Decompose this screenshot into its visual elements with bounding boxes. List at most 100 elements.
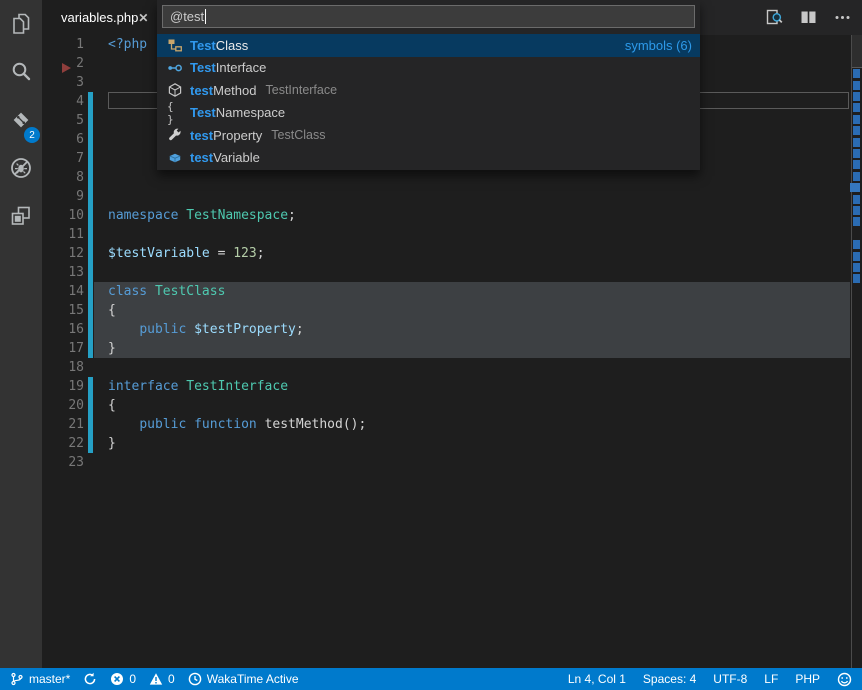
workbench: 2 variables.php ✕ 1<?php2345678910namesp… [0,0,862,668]
overview-modified-mark [853,217,860,226]
symbol-item-testMethod[interactable]: testMethodTestInterface [157,79,700,102]
close-icon[interactable]: ✕ [138,11,148,25]
symbol-item-TestInterface[interactable]: TestInterface [157,57,700,80]
code-line-23[interactable]: 23 [42,453,851,472]
code-line-11[interactable]: 11 [42,225,851,244]
open-preview-icon[interactable] [765,8,784,27]
status-right: Ln 4, Col 1 Spaces: 4 UTF-8 LF PHP [568,672,852,687]
line-number: 16 [42,320,84,339]
line-number: 4 [42,92,84,111]
code-line-8[interactable]: 8 [42,168,851,187]
activity-source-control-button[interactable]: 2 [0,98,42,146]
git-modified-bar [88,111,93,130]
status-0[interactable]: 0 [110,672,136,686]
overview-modified-mark [850,183,860,192]
tab-title: variables.php [61,10,138,25]
status-smiley[interactable] [837,672,852,687]
overview-modified-mark [853,195,860,204]
status-php[interactable]: PHP [795,672,820,686]
activity-search-button[interactable] [0,50,42,98]
git-modified-bar [88,434,93,453]
line-number: 14 [42,282,84,301]
status-wakatime-active[interactable]: WakaTime Active [188,672,299,686]
symbol-detail: TestInterface [266,83,338,97]
git-modified-bar [88,130,93,149]
git-modified-bar [88,339,93,358]
smiley-icon [837,672,852,687]
code-line-18[interactable]: 18 [42,358,851,377]
property-symbol-icon [167,127,183,143]
line-number: 13 [42,263,84,282]
line-number: 10 [42,206,84,225]
overview-modified-mark [853,81,860,90]
symbol-list: TestClasssymbols (6)TestInterfacetestMet… [157,34,700,169]
gutter [84,168,108,187]
line-number: 20 [42,396,84,415]
code-text: class TestClass [108,282,851,301]
split-editor-icon[interactable] [799,8,818,27]
code-line-9[interactable]: 9 [42,187,851,206]
status-utf-8[interactable]: UTF-8 [713,672,747,686]
activity-explorer-button[interactable] [0,2,42,50]
gutter [84,320,108,339]
activity-debug-button[interactable] [0,146,42,194]
status-label: Spaces: 4 [643,672,696,686]
code-line-14[interactable]: 14 class TestClass [42,282,851,301]
code-line-21[interactable]: 21 public function testMethod(); [42,415,851,434]
gutter [84,377,108,396]
status-spaces-4[interactable]: Spaces: 4 [643,672,696,686]
code-text: interface TestInterface [108,377,851,396]
status-0[interactable]: 0 [149,672,175,686]
symbol-item-TestNamespace[interactable]: { }TestNamespace [157,102,700,125]
gutter [84,282,108,301]
tab-variables-php[interactable]: variables.php ✕ [42,0,157,35]
code-line-10[interactable]: 10namespace TestNamespace; [42,206,851,225]
editor-column: variables.php ✕ 1<?php2345678910namespac… [42,0,862,668]
gutter [84,225,108,244]
code-text: { [108,301,851,320]
overview-modified-mark [853,252,860,261]
status-lf[interactable]: LF [764,672,778,686]
status-left: master* 00 WakaTime Active [10,672,299,686]
code-text [108,358,851,377]
code-line-12[interactable]: 12$testVariable = 123; [42,244,851,263]
code-line-17[interactable]: 17} [42,339,851,358]
symbol-item-TestClass[interactable]: TestClasssymbols (6) [157,34,700,57]
code-line-16[interactable]: 16 public $testProperty; [42,320,851,339]
scrollbar-slider[interactable] [852,35,862,68]
git-modified-bar [88,301,93,320]
code-text [108,187,851,206]
git-modified-bar [88,415,93,434]
text-caret [205,9,206,24]
code-line-15[interactable]: 15 { [42,301,851,320]
line-number: 18 [42,358,84,377]
git-modified-bar [88,149,93,168]
gutter [84,149,108,168]
code-line-13[interactable]: 13 [42,263,851,282]
gutter [84,54,108,73]
code-line-19[interactable]: 19interface TestInterface [42,377,851,396]
git-modified-bar [88,244,93,263]
symbol-label: TestNamespace [190,105,285,120]
symbol-item-testProperty[interactable]: testPropertyTestClass [157,124,700,147]
status-ln-4-col-1[interactable]: Ln 4, Col 1 [568,672,626,686]
overview-modified-mark [853,69,860,78]
line-number: 11 [42,225,84,244]
code-line-22[interactable]: 22} [42,434,851,453]
code-text: public function testMethod(); [108,415,851,434]
overview-ruler[interactable] [851,35,862,668]
gutter [84,206,108,225]
status-sync[interactable] [83,672,97,686]
overview-modified-mark [853,115,860,124]
code-text [108,263,851,282]
status-label: master* [29,672,70,686]
code-line-20[interactable]: 20{ [42,396,851,415]
quick-open-input[interactable]: @test [162,5,695,28]
gutter [84,35,108,54]
git-modified-bar [88,396,93,415]
activity-extensions-button[interactable] [0,194,42,242]
status-master-[interactable]: master* [10,672,70,686]
more-actions-icon[interactable] [833,8,852,27]
line-number: 15 [42,301,84,320]
symbol-item-testVariable[interactable]: testVariable [157,147,700,170]
